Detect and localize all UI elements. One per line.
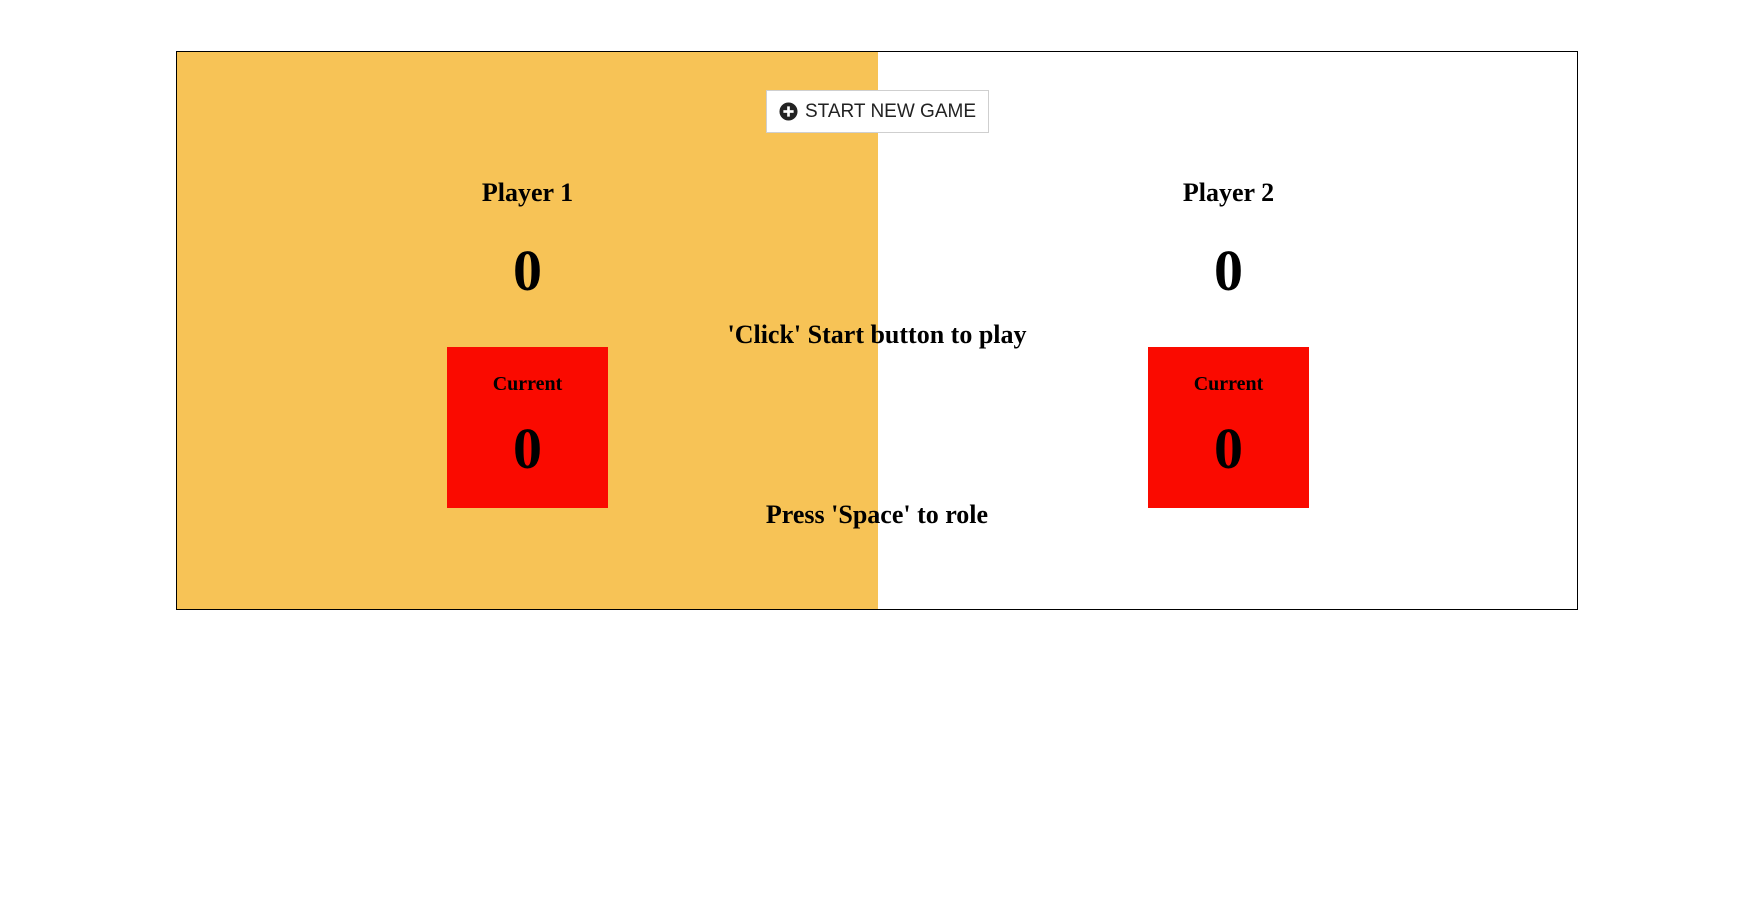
game-board: Player 1 0 Current 0 Player 2 0 Current … [176,51,1578,610]
start-new-game-label: START NEW GAME [804,100,977,122]
player-1-score: 0 [513,238,542,303]
player-2-current-box: Current 0 [1148,347,1309,508]
player-2-current-label: Current [1193,373,1264,395]
click-start-message: 'Click' Start button to play [727,320,1027,349]
press-space-message: Press 'Space' to role [765,500,989,529]
player-2-score: 0 [1214,238,1243,303]
start-new-game-button[interactable]: START NEW GAME [766,90,989,133]
player-1-current-label: Current [492,373,563,395]
plus-circle-icon [779,102,798,121]
player-2-name: Player 2 [1182,178,1275,207]
player-1-current-box: Current 0 [447,347,608,508]
player-1-name: Player 1 [481,178,574,207]
player-2-current-score: 0 [1214,416,1243,481]
player-1-current-score: 0 [513,416,542,481]
